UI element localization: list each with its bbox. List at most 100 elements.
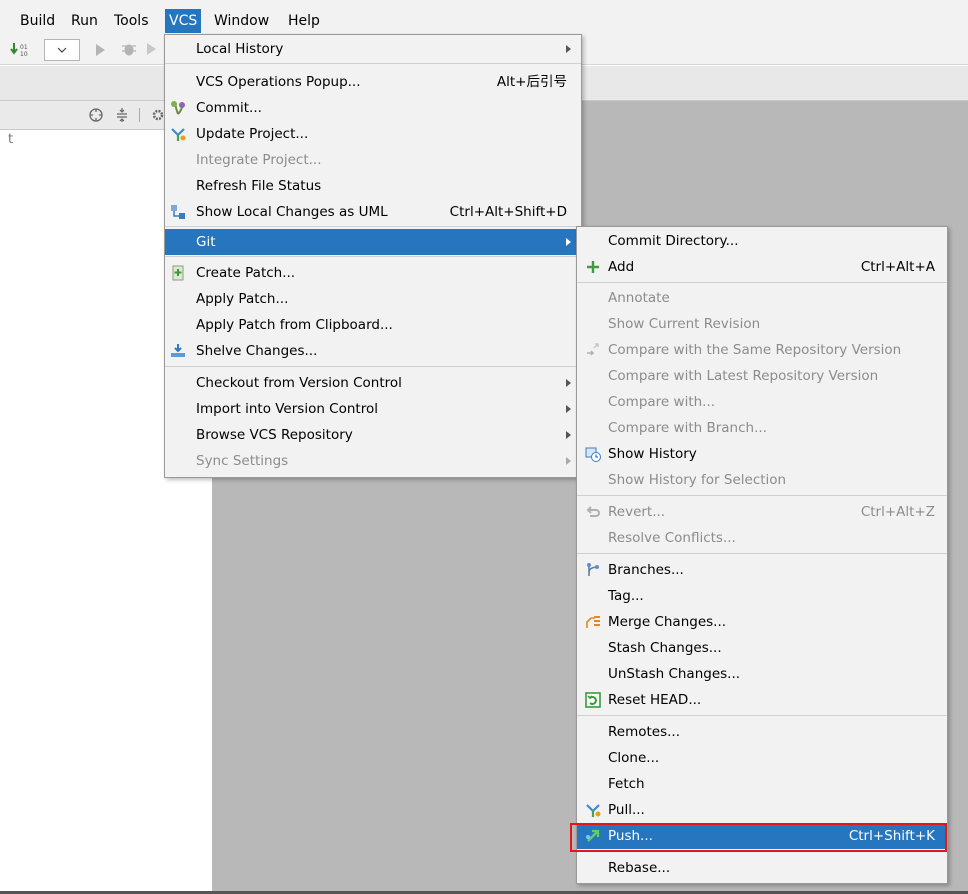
- menu-item-label: Reset HEAD...: [608, 692, 702, 708]
- menu-item-checkout-vc[interactable]: Checkout from Version Control: [165, 370, 581, 396]
- submenu-arrow-icon: [566, 238, 571, 246]
- menu-item-show-local-changes-uml[interactable]: Show Local Changes as UML Ctrl+Alt+Shift…: [165, 199, 581, 225]
- menu-item-label: Tag...: [608, 588, 644, 604]
- history-icon: [585, 447, 601, 462]
- menu-item-label: Create Patch...: [196, 265, 296, 281]
- create-patch-icon: [172, 265, 184, 281]
- shortcut-label: Ctrl+Alt+A: [860, 259, 935, 275]
- git-item-show-history[interactable]: Show History: [577, 441, 947, 467]
- git-item-fetch[interactable]: Fetch: [577, 771, 947, 797]
- locate-icon[interactable]: [88, 107, 104, 123]
- menu-item-label: Show Current Revision: [608, 316, 761, 332]
- menu-tools[interactable]: Tools: [110, 9, 153, 33]
- git-item-unstash-changes[interactable]: UnStash Changes...: [577, 661, 947, 687]
- git-item-merge-changes[interactable]: Merge Changes...: [577, 609, 947, 635]
- shortcut-label: Ctrl+Alt+Shift+D: [449, 204, 567, 220]
- menu-item-label: Git: [196, 234, 216, 250]
- menu-item-label: Update Project...: [196, 126, 309, 142]
- run-with-coverage-icon[interactable]: [145, 42, 157, 56]
- menu-separator: [577, 282, 947, 283]
- menu-item-label: Local History: [196, 41, 284, 57]
- git-submenu: Commit Directory... Add Ctrl+Alt+A Annot…: [576, 226, 948, 884]
- menu-item-label: Revert...: [608, 504, 666, 520]
- menu-item-label: Annotate: [608, 290, 670, 306]
- git-item-annotate: Annotate: [577, 285, 947, 311]
- update-binary-icon[interactable]: 01 10: [10, 41, 30, 57]
- menu-item-label: Checkout from Version Control: [196, 375, 402, 391]
- menu-bar: Build Run Tools VCS Window Help: [0, 0, 968, 34]
- menu-item-shelve-changes[interactable]: Shelve Changes...: [165, 338, 581, 364]
- menu-build[interactable]: Build: [16, 9, 59, 33]
- svg-text:01: 01: [20, 44, 28, 51]
- menu-item-label: Sync Settings: [196, 453, 289, 469]
- uml-diagram-icon: [171, 205, 185, 219]
- menu-item-label: Show History for Selection: [608, 472, 787, 488]
- menu-item-apply-patch-clipboard[interactable]: Apply Patch from Clipboard...: [165, 312, 581, 338]
- git-item-compare-latest-repo: Compare with Latest Repository Version: [577, 363, 947, 389]
- menu-item-label: Resolve Conflicts...: [608, 530, 736, 546]
- revert-icon: [586, 506, 600, 517]
- menu-vcs[interactable]: VCS: [165, 9, 202, 33]
- push-highlight-box: [570, 823, 947, 852]
- git-item-show-current-revision: Show Current Revision: [577, 311, 947, 337]
- collapse-all-icon[interactable]: [114, 107, 130, 123]
- menu-item-vcs-operations-popup[interactable]: VCS Operations Popup... Alt+后引号: [165, 69, 581, 95]
- submenu-arrow-icon: [566, 405, 571, 413]
- menu-item-update-project[interactable]: Update Project...: [165, 121, 581, 147]
- add-plus-icon: [587, 261, 599, 273]
- menu-item-integrate-project: Integrate Project...: [165, 147, 581, 173]
- menu-item-refresh-file-status[interactable]: Refresh File Status: [165, 173, 581, 199]
- menu-item-label: Commit Directory...: [608, 233, 739, 249]
- menu-item-label: Compare with Latest Repository Version: [608, 368, 879, 384]
- toolbar-separator: [139, 108, 140, 122]
- git-item-rebase[interactable]: Rebase...: [577, 855, 947, 881]
- git-item-remotes[interactable]: Remotes...: [577, 719, 947, 745]
- menu-item-commit[interactable]: Commit...: [165, 95, 581, 121]
- menu-item-label: Show History: [608, 446, 697, 462]
- menu-separator: [577, 553, 947, 554]
- compare-icon: [587, 343, 599, 356]
- menu-help[interactable]: Help: [284, 9, 324, 33]
- menu-item-label: Pull...: [608, 802, 645, 818]
- menu-item-label: Apply Patch...: [196, 291, 289, 307]
- git-item-tag[interactable]: Tag...: [577, 583, 947, 609]
- menu-item-browse-repo[interactable]: Browse VCS Repository: [165, 422, 581, 448]
- menu-item-label: Browse VCS Repository: [196, 427, 353, 443]
- menu-item-local-history[interactable]: Local History: [165, 36, 581, 62]
- git-item-pull[interactable]: Pull...: [577, 797, 947, 823]
- menu-item-label: Import into Version Control: [196, 401, 378, 417]
- git-item-revert: Revert... Ctrl+Alt+Z: [577, 499, 947, 525]
- git-item-add[interactable]: Add Ctrl+Alt+A: [577, 254, 947, 280]
- git-item-branches[interactable]: Branches...: [577, 557, 947, 583]
- menu-item-create-patch[interactable]: Create Patch...: [165, 260, 581, 286]
- menu-separator: [165, 226, 581, 227]
- git-item-clone[interactable]: Clone...: [577, 745, 947, 771]
- git-item-stash-changes[interactable]: Stash Changes...: [577, 635, 947, 661]
- menu-item-git[interactable]: Git: [165, 229, 581, 255]
- git-item-compare-branch: Compare with Branch...: [577, 415, 947, 441]
- merge-icon: [586, 616, 600, 628]
- update-project-icon: [171, 128, 186, 141]
- debug-icon[interactable]: [120, 41, 138, 57]
- reset-head-icon: [585, 692, 601, 708]
- svg-text:10: 10: [20, 51, 28, 57]
- menu-item-label: Compare with Branch...: [608, 420, 767, 436]
- shortcut-label: Ctrl+Alt+Z: [860, 504, 935, 520]
- menu-window[interactable]: Window: [210, 9, 273, 33]
- menu-item-label: Merge Changes...: [608, 614, 727, 630]
- menu-item-label: Shelve Changes...: [196, 343, 318, 359]
- git-item-compare-with: Compare with...: [577, 389, 947, 415]
- submenu-arrow-icon: [566, 379, 571, 387]
- menu-item-import-vc[interactable]: Import into Version Control: [165, 396, 581, 422]
- vcs-menu: Local History VCS Operations Popup... Al…: [164, 34, 582, 478]
- branches-icon: [587, 563, 599, 576]
- run-config-dropdown[interactable]: [44, 39, 80, 61]
- git-item-reset-head[interactable]: Reset HEAD...: [577, 687, 947, 713]
- menu-item-apply-patch[interactable]: Apply Patch...: [165, 286, 581, 312]
- menu-item-label: Compare with...: [608, 394, 716, 410]
- git-item-commit-directory[interactable]: Commit Directory...: [577, 228, 947, 254]
- menu-item-sync-settings: Sync Settings: [165, 448, 581, 474]
- run-icon[interactable]: [94, 43, 106, 57]
- menu-run[interactable]: Run: [67, 9, 102, 33]
- tree-text-fragment: t: [8, 132, 14, 147]
